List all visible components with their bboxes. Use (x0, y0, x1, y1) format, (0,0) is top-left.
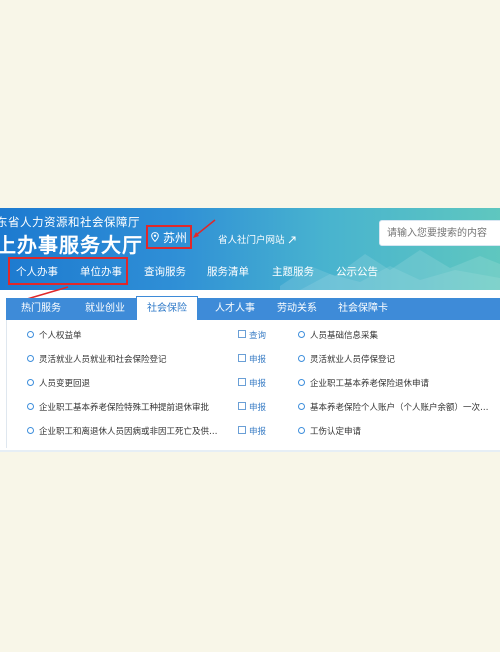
ring-bullet-icon (27, 403, 34, 410)
form-icon (238, 402, 246, 410)
city-label: 苏州 (162, 230, 187, 245)
ring-bullet-icon (27, 427, 34, 434)
action-label: 查询 (249, 331, 267, 341)
apply-link[interactable]: 申报 (238, 401, 266, 413)
service-item-label: 企业职工基本养老保险退休申请 (310, 379, 430, 389)
tab-security-card[interactable]: 社会保障卡 (338, 298, 388, 320)
query-link[interactable]: 查询 (238, 329, 266, 341)
form-icon (238, 378, 246, 386)
service-item-label: 灵活就业人员停保登记 (310, 355, 396, 365)
tab-employment[interactable]: 就业创业 (85, 298, 125, 320)
portal-link-label: 省人社门户网站 (218, 235, 285, 246)
org-name: 东省人力资源和社会保障厅 (0, 215, 140, 229)
service-item-label: 工伤认定申请 (310, 427, 362, 437)
form-icon (238, 426, 246, 434)
divider (0, 450, 500, 452)
ring-bullet-icon (298, 355, 305, 362)
service-item-label: 企业职工和离退休人员因病或非因工死亡及供… (39, 427, 218, 437)
ring-bullet-icon (298, 427, 305, 434)
tab-talent[interactable]: 人才人事 (215, 298, 255, 320)
ring-bullet-icon (298, 379, 305, 386)
nav-service-list[interactable]: 服务清单 (207, 264, 249, 279)
action-label: 申报 (249, 403, 267, 413)
ring-bullet-icon (298, 403, 305, 410)
service-item-label: 基本养老保险个人账户（个人账户余额）一次… (310, 403, 489, 413)
nav-query[interactable]: 查询服务 (144, 264, 186, 279)
service-item-label: 灵活就业人员就业和社会保险登记 (39, 355, 167, 365)
service-list: 个人权益单 灵活就业人员就业和社会保险登记 人员变更回退 企业职工基本养老保险特… (6, 320, 500, 448)
ring-bullet-icon (27, 331, 34, 338)
service-item-label: 人员基础信息采集 (310, 331, 379, 341)
tab-labor-relations[interactable]: 劳动关系 (277, 298, 317, 320)
form-icon (238, 354, 246, 362)
action-label: 申报 (249, 427, 267, 437)
header-banner: 东省人力资源和社会保障厅 上办事服务大厅 苏州 省人社门户网站 个人办事 单位办… (0, 208, 500, 290)
apply-link[interactable]: 申报 (238, 353, 266, 365)
ring-bullet-icon (298, 331, 305, 338)
apply-link[interactable]: 申报 (238, 425, 266, 437)
portal-link[interactable]: 省人社门户网站 (218, 232, 297, 246)
search-input[interactable] (379, 220, 500, 246)
form-icon (238, 330, 246, 338)
city-selector[interactable]: 苏州 (146, 225, 192, 249)
nav-topic-services[interactable]: 主题服务 (272, 264, 314, 279)
action-label: 申报 (249, 379, 267, 389)
tab-hot-services[interactable]: 热门服务 (21, 298, 61, 320)
screenshot-panel: 东省人力资源和社会保障厅 上办事服务大厅 苏州 省人社门户网站 个人办事 单位办… (0, 208, 500, 452)
action-label: 申报 (249, 355, 267, 365)
tab-social-insurance[interactable]: 社会保险 (136, 296, 198, 320)
service-item-label: 人员变更回退 (39, 379, 91, 389)
hall-title: 上办事服务大厅 (0, 233, 143, 257)
apply-link[interactable]: 申报 (238, 377, 266, 389)
service-item-label: 企业职工基本养老保险特殊工种提前退休审批 (39, 403, 210, 413)
ring-bullet-icon (27, 355, 34, 362)
service-item-label: 个人权益单 (39, 331, 82, 341)
nav-announcements[interactable]: 公示公告 (336, 264, 378, 279)
category-tabs: 热门服务 就业创业 社会保险 人才人事 劳动关系 社会保障卡 (6, 296, 500, 320)
location-pin-icon (151, 232, 159, 242)
ring-bullet-icon (27, 379, 34, 386)
external-link-icon (288, 236, 296, 244)
nav-highlight-box (8, 257, 128, 285)
